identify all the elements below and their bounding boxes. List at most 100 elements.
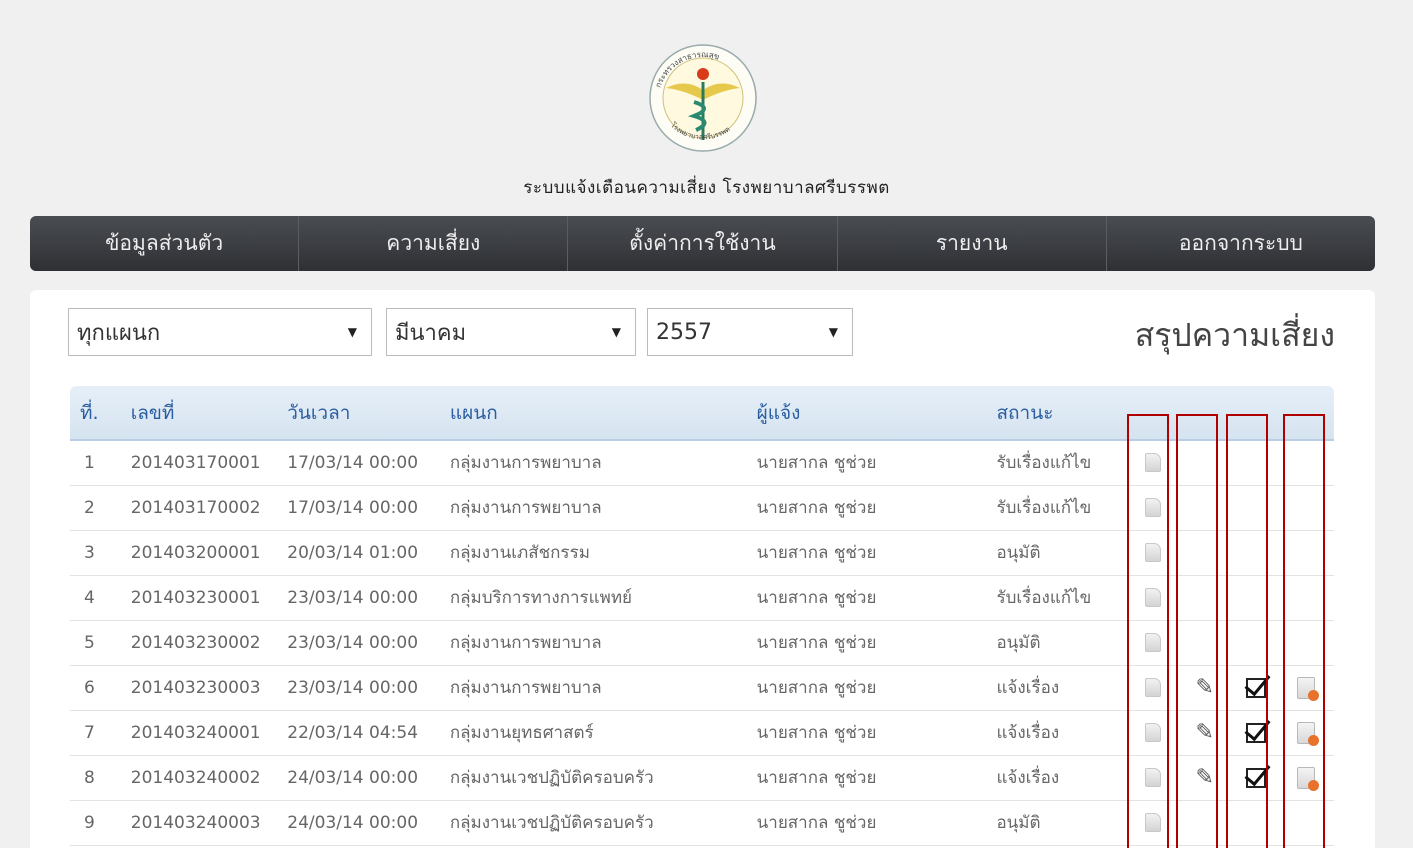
- pencil-icon-cell: [1182, 485, 1233, 530]
- document-icon-cell: [1131, 620, 1182, 665]
- document-icon[interactable]: [1144, 498, 1161, 517]
- nav-risk[interactable]: ความเสี่ยง: [299, 216, 569, 271]
- table-row: 9 201403240003 24/03/14 00:00 กลุ่มงานเวชปฏ…: [70, 800, 1334, 845]
- cell-reporter: นายสากล ชูช่วย: [756, 543, 877, 563]
- cell-no: 8: [84, 767, 95, 788]
- header-edit: [1181, 386, 1233, 441]
- pencil-icon-cell: [1182, 440, 1233, 485]
- checkbox-check-icon-cell: [1232, 575, 1283, 620]
- table-row: 6 201403230003 23/03/14 00:00 กลุ่มงานการพย…: [70, 665, 1334, 710]
- cell-status: รับเรื่องแก้ไข: [996, 588, 1092, 608]
- cell-id: 201403230001: [130, 587, 261, 608]
- cell-no: 2: [84, 497, 95, 518]
- cell-datetime: 24/03/14 00:00: [287, 812, 419, 833]
- document-icon[interactable]: [1144, 813, 1161, 832]
- document-icon[interactable]: [1144, 723, 1161, 742]
- cell-no: 5: [84, 632, 95, 653]
- nav-settings[interactable]: ตั้งค่าการใช้งาน: [568, 216, 838, 271]
- chevron-down-icon: ▼: [828, 325, 838, 339]
- cell-datetime: 23/03/14 00:00: [287, 587, 419, 608]
- document-icon-cell: [1131, 575, 1182, 620]
- document-icon-cell: [1131, 485, 1182, 530]
- year-select-value: 2557: [656, 319, 712, 345]
- cell-status: แจ้งเรื่อง: [996, 768, 1060, 788]
- pencil-icon[interactable]: ✎: [1196, 765, 1214, 790]
- cell-dept: กลุ่มงานเวชปฏิบัติครอบครัว: [449, 768, 654, 788]
- checkbox-check-icon-cell: [1232, 665, 1283, 710]
- document-icon[interactable]: [1144, 633, 1161, 652]
- document-icon-cell: [1131, 710, 1182, 755]
- cell-datetime: 17/03/14 00:00: [287, 452, 419, 473]
- table-row: 1 201403170001 17/03/14 00:00 กลุ่มงานการพย…: [70, 440, 1334, 485]
- cell-reporter: นายสากล ชูช่วย: [756, 678, 877, 698]
- header-status: สถานะ: [986, 386, 1131, 441]
- header-view: [1130, 386, 1182, 441]
- department-select[interactable]: ทุกแผนก ▼: [68, 308, 372, 356]
- pencil-icon-cell: [1182, 800, 1233, 845]
- document-icon[interactable]: [1144, 453, 1161, 473]
- document-icon[interactable]: [1144, 678, 1161, 697]
- cell-reporter: นายสากล ชูช่วย: [756, 813, 877, 833]
- header-delete: [1283, 386, 1334, 441]
- checkbox-check-icon[interactable]: [1246, 677, 1267, 698]
- cell-status: รับเรื่องแก้ไข: [996, 453, 1092, 474]
- cell-datetime: 23/03/14 00:00: [287, 677, 419, 698]
- checkbox-check-icon[interactable]: [1246, 767, 1267, 788]
- table-header-row: ที่. เลขที่ วันเวลา แผนก ผู้แจ้ง สถานะ: [70, 386, 1334, 441]
- document-delete-icon-cell: [1283, 665, 1334, 710]
- chevron-down-icon: ▼: [347, 325, 357, 339]
- checkbox-check-icon-cell: [1232, 440, 1283, 485]
- content-panel: ทุกแผนก ▼ มีนาคม ▼ 2557 ▼ สรุปความเสี่ยง…: [30, 290, 1375, 848]
- nav-report[interactable]: รายงาน: [838, 216, 1107, 271]
- cell-reporter: นายสากล ชูช่วย: [756, 768, 877, 788]
- pencil-icon-cell: [1182, 530, 1233, 575]
- cell-id: 201403240002: [130, 767, 261, 788]
- document-delete-icon-cell: [1283, 755, 1334, 800]
- table-row: 8 201403240002 24/03/14 00:00 กลุ่มงานเวชปฏ…: [70, 755, 1334, 800]
- cell-reporter: นายสากล ชูช่วย: [756, 498, 877, 518]
- month-select[interactable]: มีนาคม ▼: [386, 308, 636, 356]
- checkbox-check-icon-cell: [1232, 755, 1283, 800]
- header-approve: [1232, 386, 1284, 441]
- cell-no: 1: [84, 452, 95, 473]
- year-select[interactable]: 2557 ▼: [647, 308, 853, 356]
- document-icon-cell: [1131, 800, 1182, 845]
- document-delete-icon[interactable]: [1297, 766, 1320, 791]
- table-row: 5 201403230002 23/03/14 00:00 กลุ่มงานการพย…: [70, 620, 1334, 665]
- hospital-logo: กระทรวงสาธารณสุข โรงพยาบาลศรีบรรพต: [649, 44, 757, 152]
- cell-dept: กลุ่มงานยุทธศาสตร์: [449, 723, 594, 743]
- table-row: 2 201403170002 17/03/14 00:00 กลุ่มงานการพย…: [70, 485, 1334, 530]
- cell-datetime: 22/03/14 04:54: [287, 722, 419, 743]
- document-icon-cell: [1131, 440, 1182, 485]
- pencil-icon[interactable]: ✎: [1196, 720, 1214, 745]
- document-icon[interactable]: [1144, 588, 1161, 607]
- cell-reporter: นายสากล ชูช่วย: [756, 633, 877, 653]
- nav-logout[interactable]: ออกจากระบบ: [1107, 216, 1375, 271]
- cell-id: 201403200001: [130, 542, 261, 563]
- table-row: 4 201403230001 23/03/14 00:00 กลุ่มบริการทา…: [70, 575, 1334, 620]
- pencil-icon-cell: [1182, 620, 1233, 665]
- department-select-value: ทุกแผนก: [77, 320, 161, 346]
- document-icon[interactable]: [1144, 543, 1161, 562]
- checkbox-check-icon-cell: [1232, 710, 1283, 755]
- document-icon-cell: [1131, 755, 1182, 800]
- checkbox-check-icon-cell: [1232, 620, 1283, 665]
- cell-dept: กลุ่มงานการพยาบาล: [449, 633, 602, 653]
- checkbox-check-icon[interactable]: [1246, 722, 1267, 743]
- document-delete-icon[interactable]: [1297, 721, 1320, 746]
- document-icon[interactable]: [1144, 768, 1161, 787]
- cell-status: แจ้งเรื่อง: [996, 723, 1060, 743]
- main-navbar: ข้อมูลส่วนตัว ความเสี่ยง ตั้งค่าการใช้งา…: [30, 216, 1375, 271]
- header-datetime: วันเวลา: [277, 386, 440, 441]
- cell-datetime: 17/03/14 00:00: [287, 497, 419, 518]
- document-delete-icon-cell: [1283, 800, 1334, 845]
- pencil-icon[interactable]: ✎: [1196, 675, 1214, 700]
- nav-profile[interactable]: ข้อมูลส่วนตัว: [30, 216, 300, 271]
- cell-no: 9: [84, 812, 95, 833]
- document-delete-icon[interactable]: [1297, 676, 1320, 701]
- document-delete-icon-cell: [1283, 710, 1334, 755]
- cell-no: 3: [84, 542, 95, 563]
- cell-status: อนุมัติ: [996, 813, 1041, 833]
- cell-reporter: นายสากล ชูช่วย: [756, 453, 877, 474]
- cell-dept: กลุ่มงานการพยาบาล: [449, 453, 602, 474]
